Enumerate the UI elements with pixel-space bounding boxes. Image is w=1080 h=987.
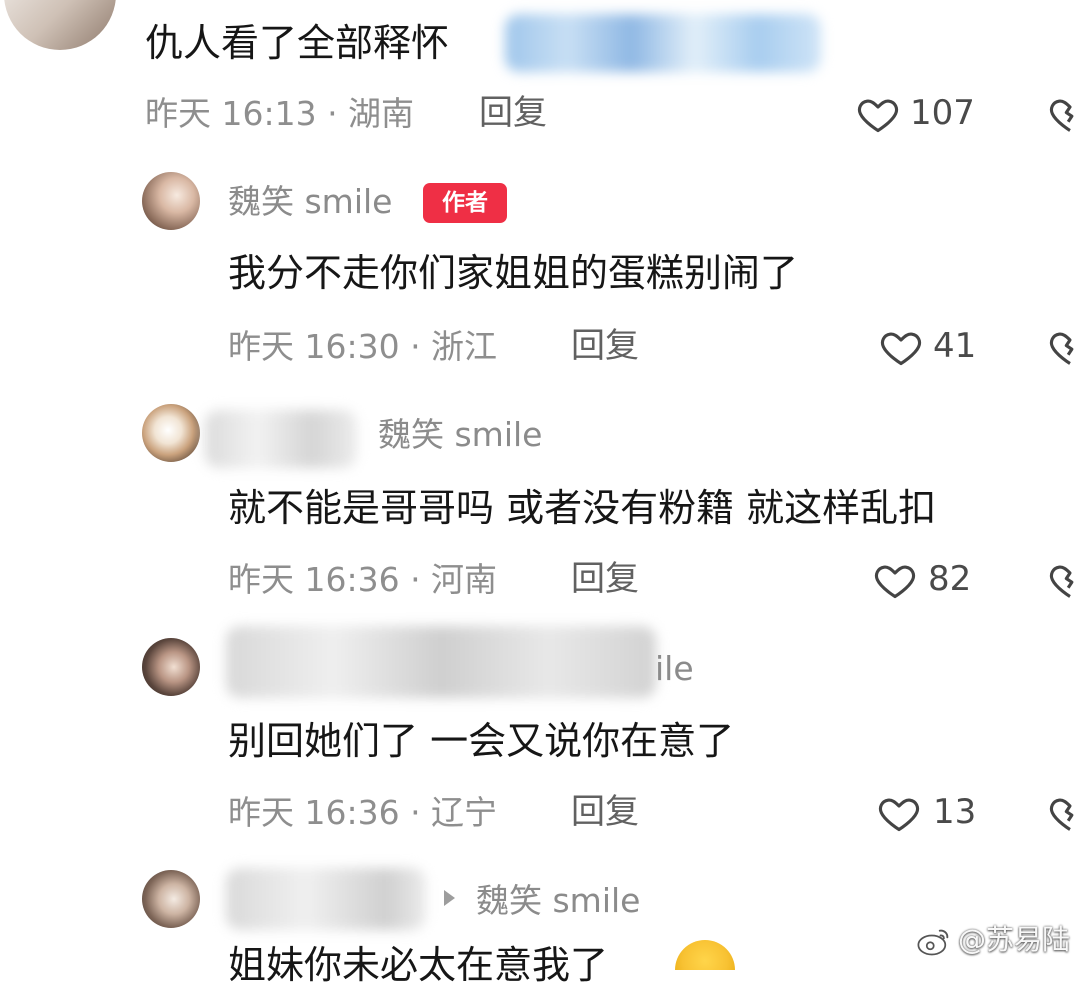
author-avatar[interactable] [142, 172, 200, 230]
commenter-avatar[interactable] [142, 638, 200, 696]
blurred-username [205, 410, 357, 468]
comment-meta: 昨天 16:30 · 浙江 [228, 327, 498, 366]
comment-text: 仇人看了全部释怀 [145, 21, 450, 65]
like-icon[interactable] [855, 92, 901, 136]
weibo-logo-icon [916, 929, 949, 957]
comment-text: 姐妹你未必太在意我了 [228, 943, 609, 987]
comment-meta: 昨天 16:36 · 辽宁 [228, 793, 498, 832]
like-count: 13 [933, 792, 977, 832]
dislike-icon[interactable] [1047, 558, 1080, 602]
reply-button[interactable]: 回复 [571, 795, 639, 829]
comment-meta: 昨天 16:36 · 河南 [228, 560, 498, 599]
reply-button[interactable]: 回复 [479, 96, 547, 130]
author-badge: 作者 [423, 183, 507, 223]
comment-text: 别回她们了 一会又说你在意了 [228, 719, 735, 763]
comment-text: 我分不走你们家姐姐的蛋糕别闹了 [228, 251, 799, 295]
reply-button[interactable]: 回复 [571, 329, 639, 363]
reply-to-username[interactable]: 魏笑 smile [476, 884, 640, 917]
like-icon[interactable] [872, 558, 918, 602]
comment-text: 就不能是哥哥吗 或者没有粉籍 就这样乱扣 [228, 486, 937, 530]
author-username[interactable]: 魏笑 smile [228, 185, 392, 218]
commenter-avatar[interactable] [142, 870, 200, 928]
reply-arrow-icon [444, 890, 455, 906]
like-count: 107 [910, 93, 975, 133]
blurred-emoji-sticker [505, 14, 821, 72]
dislike-icon[interactable] [1047, 325, 1080, 369]
blurred-username [226, 868, 426, 930]
reply-button[interactable]: 回复 [571, 562, 639, 596]
like-icon[interactable] [878, 325, 924, 369]
like-count: 41 [933, 326, 977, 366]
watermark-text: @苏易陆 [958, 923, 1071, 956]
like-icon[interactable] [876, 791, 922, 835]
username-partial[interactable]: ile [655, 652, 694, 685]
commenter-avatar[interactable] [4, 0, 116, 50]
reply-to-username[interactable]: 魏笑 smile [378, 418, 542, 451]
like-count: 82 [928, 559, 972, 599]
dislike-icon[interactable] [1047, 791, 1080, 835]
commenter-avatar[interactable] [142, 404, 200, 462]
dislike-icon[interactable] [1047, 92, 1080, 136]
comment-meta: 昨天 16:13 · 湖南 [145, 94, 415, 133]
blurred-username [226, 626, 656, 698]
